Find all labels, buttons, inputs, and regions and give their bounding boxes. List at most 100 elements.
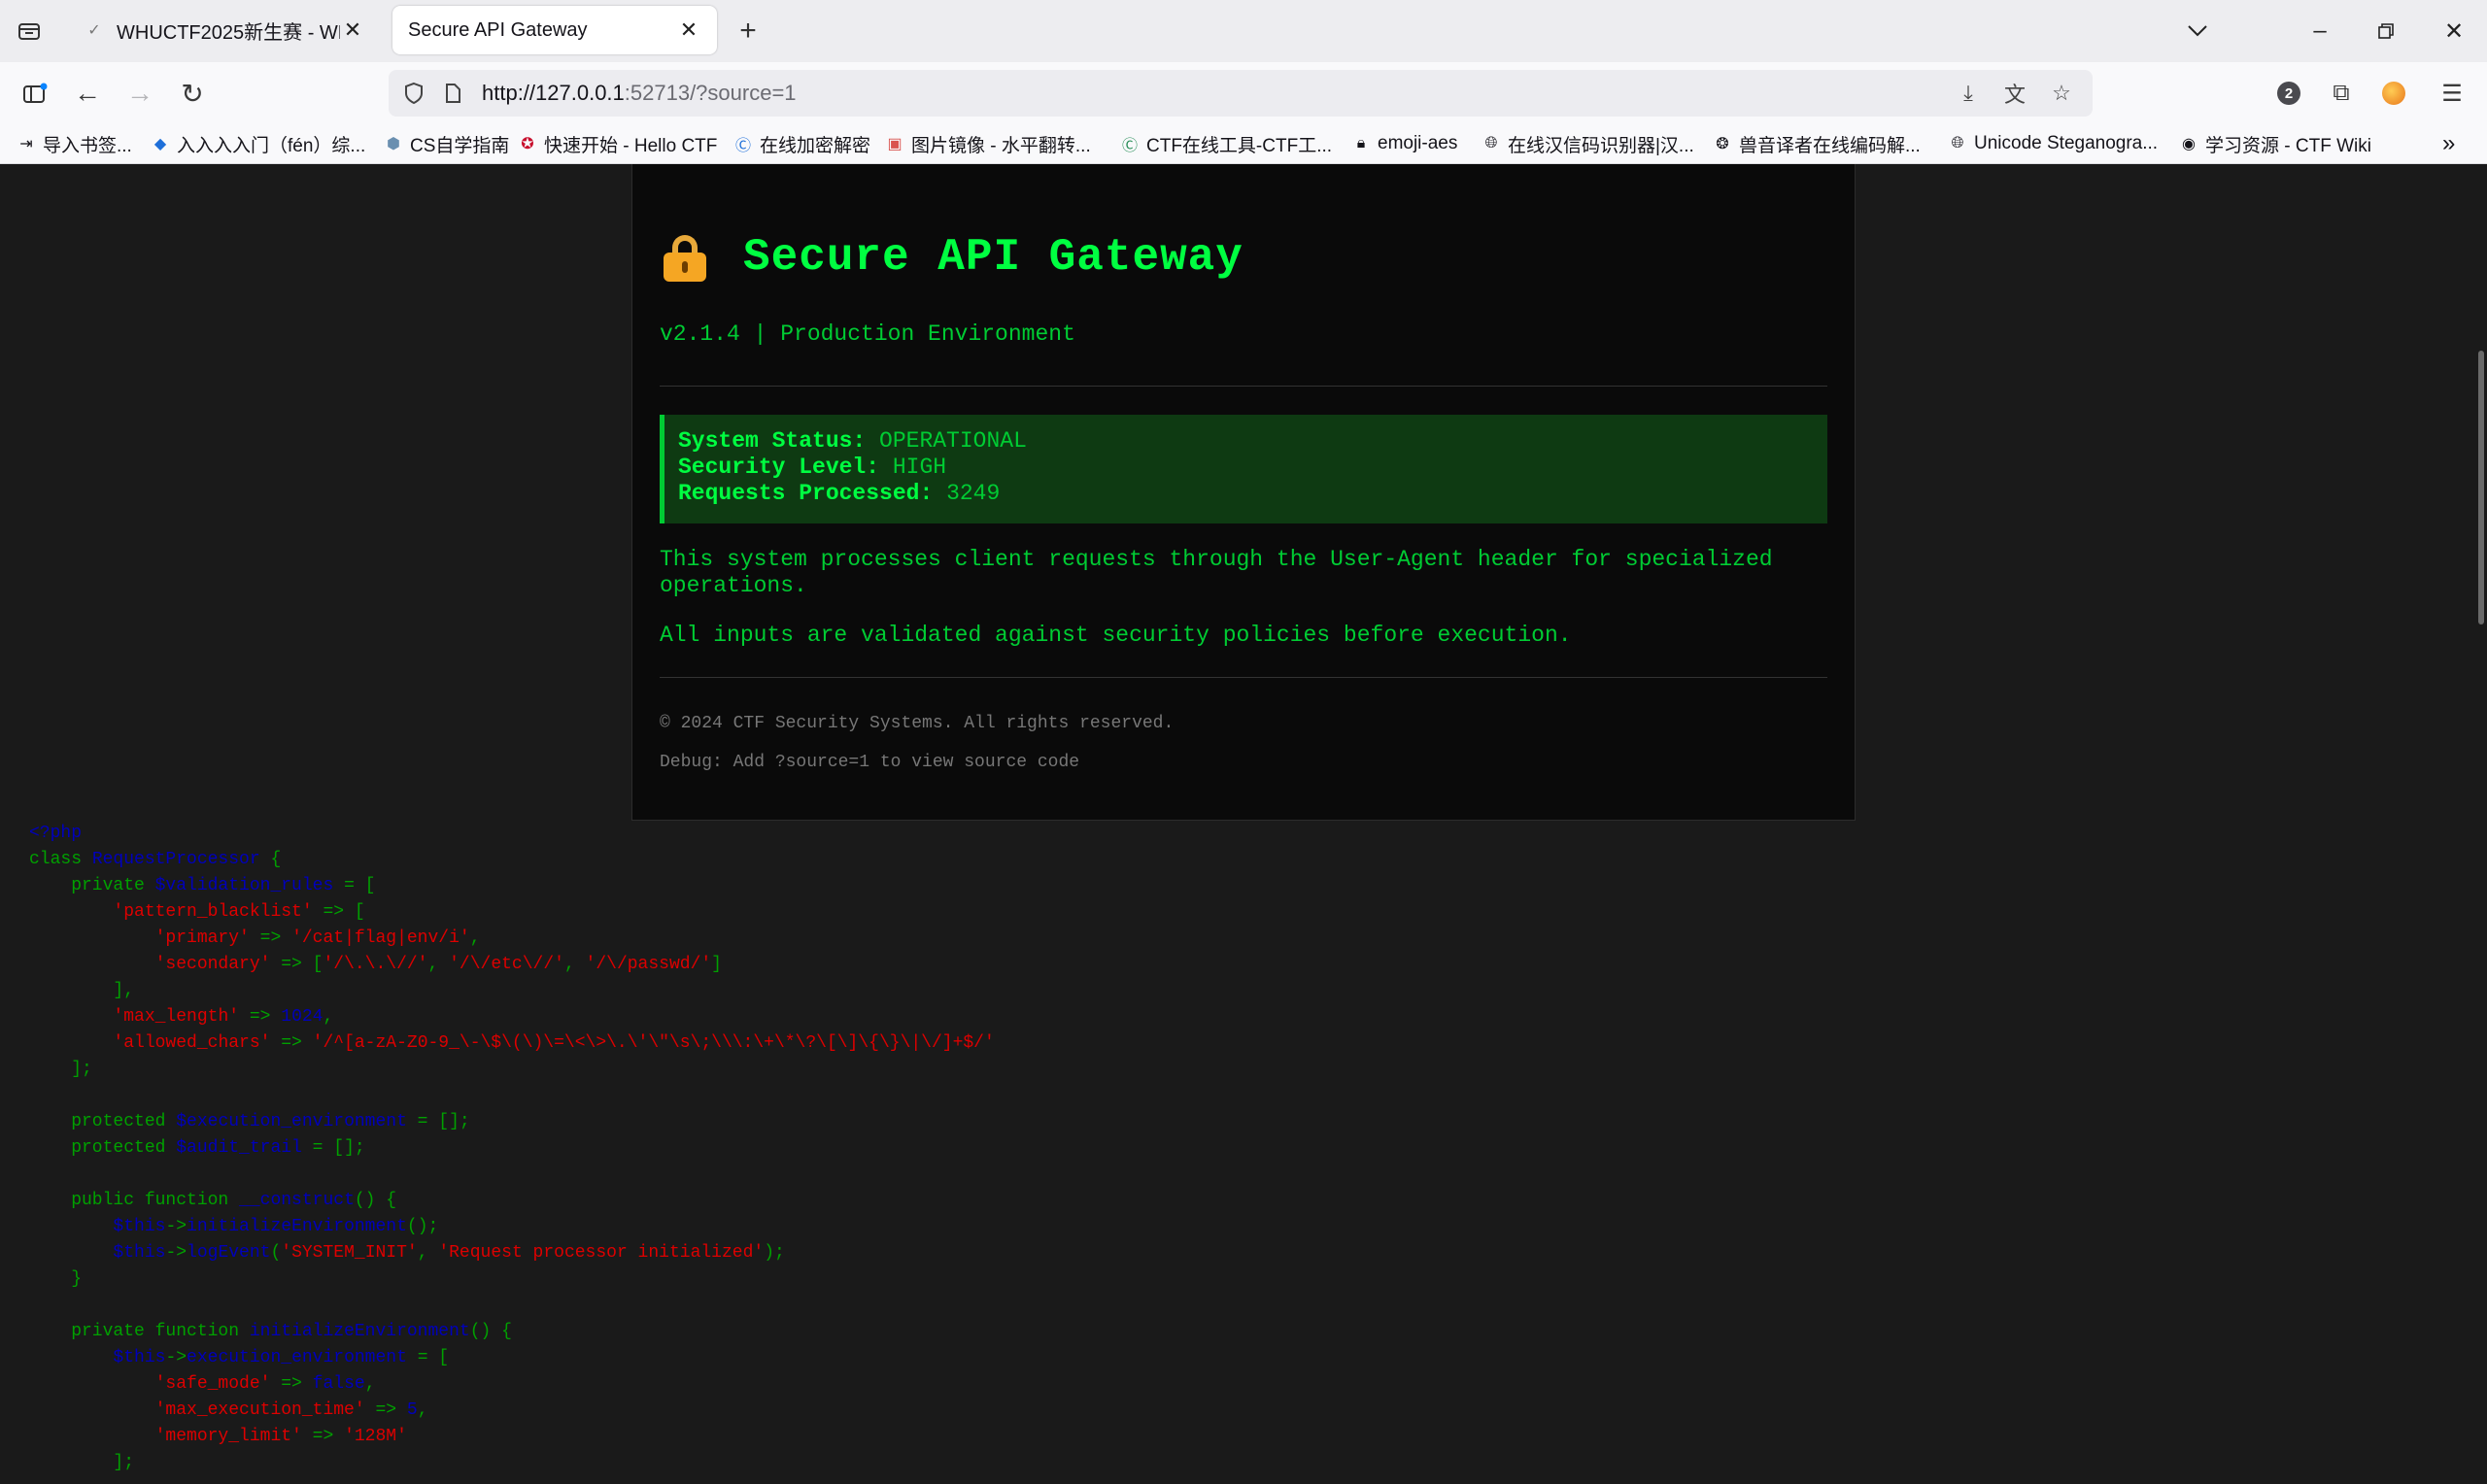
globe-icon: 🌐︎ <box>1484 135 1498 152</box>
new-tab-button[interactable]: + <box>731 14 766 49</box>
cube-icon: ⬢ <box>387 136 400 152</box>
code-token: 'max_length' <box>113 1007 240 1027</box>
code-token: '/\/passwd/' <box>585 955 712 974</box>
shield-icon[interactable] <box>394 74 433 113</box>
hamburger-icon: ☰ <box>2441 80 2463 107</box>
bookmark-emoji-aes[interactable]: 🔒︎ emoji-aes <box>1350 130 1458 157</box>
bookmark-image-mirror[interactable]: ▣ 图片镜像 - 水平翻转... <box>884 130 1091 157</box>
close-tab-icon[interactable]: ✕ <box>340 17 365 43</box>
bookmark-label: emoji-aes <box>1378 133 1458 153</box>
code-token: '/\/etc\//' <box>449 955 564 974</box>
chevron-down-icon <box>2188 25 2207 37</box>
extensions-button[interactable]: ⧉ <box>2322 74 2361 113</box>
code-token: $execution_environment <box>176 1112 407 1131</box>
code-line: ]; <box>29 1057 2361 1083</box>
code-token: $validation_rules <box>154 876 334 895</box>
browser-chrome: ✓ WHUCTF2025新生赛 - WHU::C ✕ Secure API Ga… <box>0 0 2487 164</box>
code-line: private function initializeEnvironment()… <box>29 1319 2361 1345</box>
restore-button[interactable] <box>2365 10 2407 52</box>
code-token: ]; <box>29 1060 92 1079</box>
bookmark-intro[interactable]: ◆ 入入入入门（fén）综... <box>150 130 365 157</box>
reload-button[interactable]: ↻ <box>173 74 212 113</box>
minimize-icon: – <box>2313 17 2327 44</box>
code-token: 5 <box>406 1400 418 1420</box>
bookmark-label: 图片镜像 - 水平翻转... <box>911 135 1091 156</box>
bookmark-unicode-stego[interactable]: 🌐︎ Unicode Steganogra... <box>1947 130 2158 157</box>
code-line: 'safe_mode' => false, <box>29 1371 2361 1398</box>
tab-overflow-button[interactable] <box>2176 10 2219 52</box>
tab-whuctf[interactable]: ✓ WHUCTF2025新生赛 - WHU::C ✕ <box>68 6 381 54</box>
bookmark-star-icon[interactable]: ☆ <box>2042 74 2081 113</box>
translate-icon[interactable]: 文 <box>1995 74 2034 113</box>
code-token: => <box>270 1033 313 1053</box>
tab-secure-api-gateway[interactable]: Secure API Gateway ✕ <box>392 6 717 54</box>
paw-icon: ❂ <box>1716 136 1729 152</box>
code-line: protected $execution_environment = []; <box>29 1109 2361 1135</box>
extension-badge-button[interactable]: 2 <box>2269 74 2308 113</box>
page-scrollbar[interactable] <box>2473 164 2487 1484</box>
bookmark-crypto[interactable]: Ⓒ 在线加密解密 <box>732 130 870 157</box>
code-token: $this <box>113 1217 166 1236</box>
code-token: 'secondary' <box>154 955 271 974</box>
download-page-icon[interactable]: ⤓ <box>1949 74 1988 113</box>
code-token: => <box>364 1400 407 1420</box>
url-path: :52713/?source=1 <box>624 81 797 105</box>
code-token: => <box>270 1374 313 1394</box>
address-bar[interactable]: http://127.0.0.1:52713/?source=1 ⤓ 文 ☆ <box>389 70 2093 117</box>
puzzle-icon: ⧉ <box>2333 80 2350 106</box>
bookmark-label: 学习资源 - CTF Wiki <box>2205 135 2371 156</box>
page-info-icon[interactable] <box>433 74 472 113</box>
bookmarks-overflow-button[interactable]: » <box>2442 130 2455 157</box>
tab-title: WHUCTF2025新生赛 - WHU::C <box>117 21 340 44</box>
address-bar-actions: ⤓ 文 ☆ <box>1949 74 2081 113</box>
sidebar-button[interactable] <box>16 74 54 113</box>
page-content: Secure API Gateway v2.1.4 | Production E… <box>0 164 2487 1484</box>
profile-button[interactable] <box>2374 74 2413 113</box>
code-token: 1024 <box>281 1007 324 1027</box>
bookmark-ctf-tools[interactable]: Ⓒ CTF在线工具-CTF工... <box>1119 130 1332 157</box>
menu-button[interactable]: ☰ <box>2433 74 2471 113</box>
code-token: __construct <box>239 1191 355 1210</box>
code-token: ], <box>29 981 135 1000</box>
bookmark-cs-guide[interactable]: ⬢ CS自学指南 <box>383 130 509 157</box>
status-panel: System Status: OPERATIONAL Security Leve… <box>660 415 1827 523</box>
bookmark-beast-encoder[interactable]: ❂ 兽音译者在线编码解... <box>1712 130 1921 157</box>
bookmark-hanxin[interactable]: 🌐︎ 在线汉信码识别器|汉... <box>1481 130 1694 157</box>
crypto-icon: Ⓒ <box>734 138 751 154</box>
bookmark-import[interactable]: ⇥ 导入书签... <box>16 130 132 157</box>
url-text[interactable]: http://127.0.0.1:52713/?source=1 <box>482 81 797 106</box>
divider <box>660 386 1827 387</box>
code-token: <?php <box>29 824 83 843</box>
code-line: public function __construct() { <box>29 1188 2361 1214</box>
code-token: => [ <box>270 955 324 974</box>
code-token: (); <box>406 1217 439 1236</box>
code-line: 'max_execution_time' => 5, <box>29 1398 2361 1424</box>
code-token: = []; <box>301 1138 365 1158</box>
bookmark-label: 入入入入门（fén）综... <box>177 135 366 156</box>
code-token: -> <box>165 1243 187 1263</box>
import-icon: ⇥ <box>19 136 33 152</box>
code-token: '/^[a-zA-Z0-9_\-\$\(\)\=\<\>\.\'\"\s\;\\… <box>312 1033 995 1053</box>
bookmark-hello-ctf[interactable]: ✪ 快速开始 - Hello CTF <box>517 130 717 157</box>
close-window-button[interactable]: ✕ <box>2433 10 2475 52</box>
code-line: ], <box>29 978 2361 1004</box>
scrollbar-thumb[interactable] <box>2478 351 2484 624</box>
restore-icon <box>2378 23 2394 39</box>
code-token: protected <box>29 1112 177 1131</box>
bookmark-ctf-wiki[interactable]: ◉ 学习资源 - CTF Wiki <box>2178 130 2371 157</box>
bookmark-label: CS自学指南 <box>410 135 510 156</box>
lock-icon: 🔒︎ <box>1356 135 1366 152</box>
back-button[interactable]: ← <box>68 74 107 113</box>
bookmark-label: 在线加密解密 <box>760 135 871 156</box>
close-tab-icon[interactable]: ✕ <box>676 17 701 43</box>
forward-button[interactable]: → <box>120 74 159 113</box>
code-token: execution_environment <box>187 1348 407 1367</box>
code-token: $audit_trail <box>176 1138 302 1158</box>
minimize-button[interactable]: – <box>2299 10 2341 52</box>
tab-list-button[interactable] <box>12 14 47 49</box>
code-token: private <box>29 876 155 895</box>
reload-icon: ↻ <box>181 78 204 109</box>
